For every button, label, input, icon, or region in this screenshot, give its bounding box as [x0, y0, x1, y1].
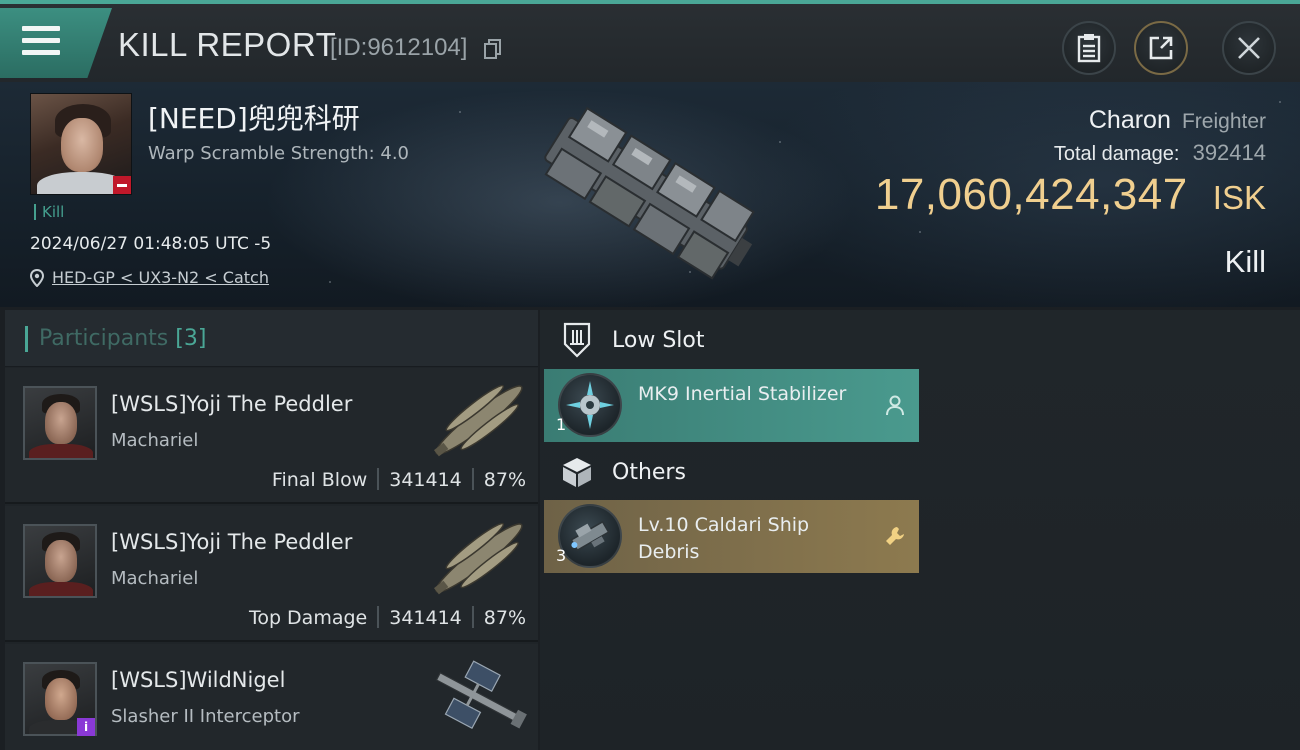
share-button[interactable]: [1134, 21, 1188, 75]
participant-percent: 87%: [483, 607, 526, 629]
clipboard-icon: [1077, 34, 1101, 63]
participant-stats: Final Blow 341414 87%: [272, 468, 526, 491]
machariel-ship-image: [433, 384, 523, 457]
item-quantity: 1: [556, 415, 567, 434]
dropped-item-card[interactable]: 3 Lv.10 Caldari Ship Debris: [544, 500, 919, 573]
participant-row[interactable]: [WSLS]Yoji The Peddler Machariel Final B…: [5, 368, 538, 504]
freighter-ship-image: [544, 106, 755, 280]
wrench-icon: [886, 527, 904, 545]
participant-role: Final Blow: [271, 469, 368, 491]
report-id: [ID:9612104]: [330, 34, 468, 61]
kill-datetime: 2024/06/27 01:48:05 UTC -5: [30, 234, 272, 254]
slasher-ship-image: [435, 660, 527, 730]
participants-header: Participants [3]: [5, 310, 538, 367]
item-name: MK9 Inertial Stabilizer: [638, 383, 847, 405]
participant-row[interactable]: [WSLS]Yoji The Peddler Machariel Top Dam…: [5, 506, 538, 642]
close-button[interactable]: [1222, 21, 1276, 75]
low-slot-icon: [563, 322, 591, 358]
kill-tag: Kill: [34, 204, 64, 220]
person-icon: [886, 395, 904, 416]
participant-ship: Machariel: [111, 430, 199, 451]
participant-avatar[interactable]: [23, 386, 97, 460]
result-label: Kill: [1224, 244, 1266, 279]
total-damage-label: Total damage:: [1053, 143, 1180, 165]
kill-banner: [NEED]兜兜科研 Warp Scramble Strength: 4.0 K…: [0, 82, 1300, 307]
participant-percent: 87%: [483, 469, 526, 491]
fitted-item-card[interactable]: 1 MK9 Inertial Stabilizer: [544, 369, 919, 442]
negative-standing-icon: [113, 176, 131, 194]
participant-avatar[interactable]: [23, 524, 97, 598]
ship-debris-icon: [558, 504, 622, 568]
item-quantity: 3: [556, 546, 567, 565]
inertial-stabilizer-icon: [558, 373, 622, 437]
participant-name: [WSLS]WildNigel: [111, 668, 286, 692]
location-link[interactable]: HED-GP < UX3-N2 < Catch: [30, 268, 269, 287]
info-badge: i: [77, 718, 95, 736]
participant-stats: Top Damage 341414 87%: [249, 606, 526, 629]
participant-damage: 341414: [389, 469, 462, 491]
isk-unit: ISK: [1212, 179, 1266, 216]
participant-ship: Slasher II Interceptor: [111, 706, 300, 727]
ship-class: Freighter: [1181, 110, 1266, 133]
clipboard-button[interactable]: [1062, 21, 1116, 75]
item-name: Lv.10 Caldari Ship Debris: [638, 514, 810, 563]
participant-damage: 341414: [389, 607, 462, 629]
participants-panel: Participants [3] [WSLS]Yoji The Peddler …: [5, 310, 538, 750]
close-icon: [1238, 37, 1260, 59]
fitting-panel: Low Slot 1 MK9 Inertial Stabilizer Other…: [540, 310, 1300, 750]
menu-icon[interactable]: [22, 24, 62, 58]
location-text: HED-GP < UX3-N2 < Catch: [52, 268, 269, 287]
participant-name: [WSLS]Yoji The Peddler: [111, 392, 353, 416]
participants-label: Participants: [39, 326, 169, 351]
participants-count: [3]: [175, 326, 207, 351]
section-header-low-slot: Low Slot: [554, 320, 704, 360]
participant-role: Top Damage: [248, 607, 368, 629]
victim-subtitle: Warp Scramble Strength: 4.0: [148, 143, 410, 164]
total-damage-value: 392414: [1192, 140, 1266, 165]
top-bar: KILL REPORT [ID:9612104]: [0, 0, 1300, 82]
participant-row[interactable]: i [WSLS]WildNigel Slasher II Interceptor: [5, 644, 538, 750]
machariel-ship-image: [433, 522, 523, 595]
isk-value-line: 17,060,424,347 ISK: [875, 170, 1266, 220]
page-title: KILL REPORT: [118, 26, 337, 63]
ship-name[interactable]: Charon: [1089, 106, 1171, 134]
location-pin-icon: [30, 268, 44, 287]
cargo-box-icon: [563, 458, 591, 487]
isk-value: 17,060,424,347: [874, 170, 1188, 219]
victim-name[interactable]: [NEED]兜兜科研: [148, 97, 360, 137]
section-header-others: Others: [554, 452, 686, 492]
section-label: Low Slot: [612, 327, 705, 353]
section-label: Others: [612, 459, 686, 485]
copy-icon[interactable]: [484, 39, 502, 59]
share-icon: [1149, 36, 1173, 60]
total-damage: Total damage: 392414: [1054, 140, 1266, 166]
participant-ship: Machariel: [111, 568, 199, 589]
participant-name: [WSLS]Yoji The Peddler: [111, 530, 353, 554]
ship-info: Charon Freighter: [1089, 106, 1266, 135]
